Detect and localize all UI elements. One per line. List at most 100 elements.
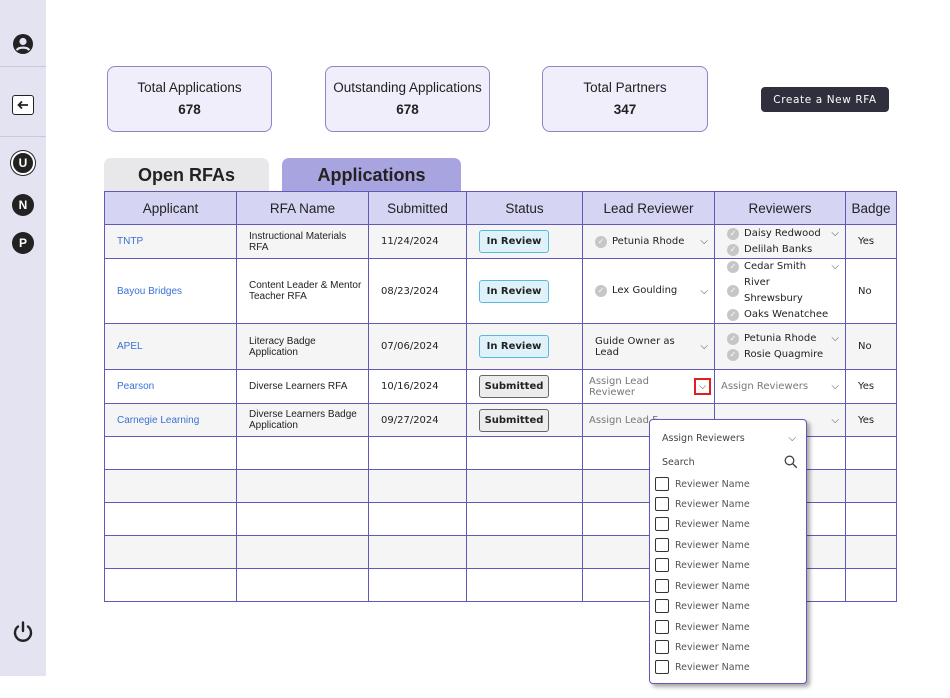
checkbox[interactable] xyxy=(655,497,669,511)
reviewer-option[interactable]: Reviewer Name xyxy=(655,599,750,613)
stat-value: 347 xyxy=(613,102,637,117)
status-badge: In Review xyxy=(479,230,549,253)
column-header[interactable]: Badge xyxy=(845,191,897,225)
stat-total-partners: Total Partners 347 xyxy=(542,66,708,132)
reviewer-option[interactable]: Reviewer Name xyxy=(655,640,750,654)
table-header-row: Applicant RFA Name Submitted Status Lead… xyxy=(104,191,897,225)
reviewer-option-label: Reviewer Name xyxy=(675,641,750,653)
sidebar: U N P xyxy=(0,0,46,676)
applicant-link[interactable]: APEL xyxy=(117,341,143,352)
badge-cell: No xyxy=(845,323,897,370)
reviewer-option-label: Reviewer Name xyxy=(675,559,750,571)
reviewer-option-label: Reviewer Name xyxy=(675,580,750,592)
check-circle-icon: ✓ xyxy=(727,243,739,256)
lead-reviewer-name: Lex Goulding xyxy=(612,285,678,296)
tab-applications[interactable]: Applications xyxy=(282,158,461,192)
check-circle-icon: ✓ xyxy=(727,285,739,297)
reviewer-option-label: Reviewer Name xyxy=(675,661,750,673)
reviewers-select[interactable]: Assign Reviewers ⌵ xyxy=(721,381,839,392)
submitted-date: 10/16/2024 xyxy=(368,369,467,404)
lead-reviewer-placeholder: Assign Lead Reviewer xyxy=(589,375,649,398)
reviewer-name: Daisy Redwood xyxy=(744,227,821,239)
badge-cell: Yes xyxy=(845,403,897,437)
reviewer-option[interactable]: Reviewer Name xyxy=(655,497,750,511)
chevron-down-icon: ⌵ xyxy=(831,261,839,272)
reviewers-select[interactable]: ✓ Cedar Smith ✓ River Shrewsbury ✓ Oaks Wen… xyxy=(727,259,839,323)
stat-outstanding-applications: Outstanding Applications 678 xyxy=(325,66,490,132)
reviewer-option[interactable]: Reviewer Name xyxy=(655,538,750,552)
column-header[interactable]: Applicant xyxy=(104,191,237,225)
checkbox[interactable] xyxy=(655,599,669,613)
column-header[interactable]: RFA Name xyxy=(236,191,369,225)
reviewer-name: Oaks Wenatchee xyxy=(744,309,829,320)
column-header[interactable]: Reviewers xyxy=(714,191,846,225)
applicant-link[interactable]: Carnegie Learning xyxy=(117,415,199,426)
checkbox[interactable] xyxy=(655,640,669,654)
assign-reviewers-dropdown: Assign Reviewers ⌵ Search Reviewer Name … xyxy=(649,419,807,684)
reviewer-option-label: Reviewer Name xyxy=(675,498,750,510)
status-badge: Submitted xyxy=(479,375,549,398)
user-circle-icon[interactable] xyxy=(12,33,34,55)
page: U N P Total Applications 678 Outstanding… xyxy=(0,0,950,698)
stat-value: 678 xyxy=(396,102,419,117)
check-circle-icon: ✓ xyxy=(727,348,739,361)
reviewer-option[interactable]: Reviewer Name xyxy=(655,477,750,491)
search-placeholder: Search xyxy=(662,456,695,468)
nav-n-label: N xyxy=(18,198,28,212)
power-icon[interactable] xyxy=(11,620,35,644)
checkbox[interactable] xyxy=(655,477,669,491)
reviewer-option[interactable]: Reviewer Name xyxy=(655,660,750,674)
reviewer-option[interactable]: Reviewer Name xyxy=(655,558,750,572)
nav-u-button[interactable]: U xyxy=(11,151,35,175)
reviewer-option[interactable]: Reviewer Name xyxy=(655,579,750,593)
submitted-date: 07/06/2024 xyxy=(368,323,467,370)
lead-reviewer-select[interactable]: Guide Owner as Lead ⌵ xyxy=(595,336,708,358)
chevron-down-icon: ⌵ xyxy=(700,341,708,352)
back-button[interactable] xyxy=(12,95,34,115)
chevron-down-icon: ⌵ xyxy=(831,227,839,239)
reviewer-option-label: Reviewer Name xyxy=(675,518,750,530)
search-input[interactable]: Search xyxy=(662,455,798,469)
dropdown-header[interactable]: Assign Reviewers ⌵ xyxy=(662,433,796,444)
submitted-date: 08/23/2024 xyxy=(368,258,467,324)
table-row: Pearson Diverse Learners RFA 10/16/2024 … xyxy=(104,369,897,404)
chevron-down-icon[interactable]: ⌵ xyxy=(694,378,711,395)
lead-reviewer-placeholder[interactable]: Assign Lead F xyxy=(589,415,658,426)
rfa-name-cell: Content Leader & Mentor Teacher RFA xyxy=(236,258,369,324)
tab-open-rfas[interactable]: Open RFAs xyxy=(104,158,269,192)
reviewer-option-label: Reviewer Name xyxy=(675,478,750,490)
applicant-link[interactable]: Bayou Bridges xyxy=(117,286,182,297)
column-header[interactable]: Submitted xyxy=(368,191,467,225)
column-header[interactable]: Lead Reviewer xyxy=(582,191,715,225)
nav-n-button[interactable]: N xyxy=(12,194,34,216)
reviewer-option-label: Reviewer Name xyxy=(675,621,750,633)
check-circle-icon: ✓ xyxy=(595,285,607,297)
stat-label: Total Applications xyxy=(137,80,242,95)
checkbox[interactable] xyxy=(655,517,669,531)
badge-cell: No xyxy=(845,258,897,324)
applicant-link[interactable]: Pearson xyxy=(117,381,154,392)
stat-label: Total Partners xyxy=(583,80,667,95)
reviewer-name: Cedar Smith xyxy=(744,261,807,272)
checkbox[interactable] xyxy=(655,620,669,634)
reviewers-placeholder: Assign Reviewers xyxy=(721,381,809,392)
reviewer-option[interactable]: Reviewer Name xyxy=(655,620,750,634)
submitted-date: 11/24/2024 xyxy=(368,224,467,259)
lead-reviewer-select[interactable]: ✓ Lex Goulding ⌵ xyxy=(595,283,708,299)
checkbox[interactable] xyxy=(655,660,669,674)
checkbox[interactable] xyxy=(655,579,669,593)
reviewers-select[interactable]: ✓ Petunia Rhode ✓ Rosie Quagmire ⌵ xyxy=(727,331,839,363)
column-header[interactable]: Status xyxy=(466,191,583,225)
lead-reviewer-name: Petunia Rhode xyxy=(612,235,685,247)
rfa-name-cell: Diverse Learners Badge Application xyxy=(236,403,369,437)
create-new-rfa-button[interactable]: Create a New RFA xyxy=(761,87,889,112)
reviewer-name: Petunia Rhode xyxy=(744,332,817,344)
checkbox[interactable] xyxy=(655,558,669,572)
lead-reviewer-select[interactable]: ✓ Petunia Rhode ⌵ xyxy=(595,234,708,250)
checkbox[interactable] xyxy=(655,538,669,552)
nav-p-button[interactable]: P xyxy=(12,232,34,254)
reviewers-select[interactable]: ✓ Daisy Redwood ✓ Delilah Banks ⌵ xyxy=(727,226,839,258)
lead-reviewer-select[interactable]: Assign Lead Reviewer ⌵ xyxy=(589,375,711,398)
reviewer-option[interactable]: Reviewer Name xyxy=(655,517,750,531)
applicant-link[interactable]: TNTP xyxy=(117,236,143,247)
